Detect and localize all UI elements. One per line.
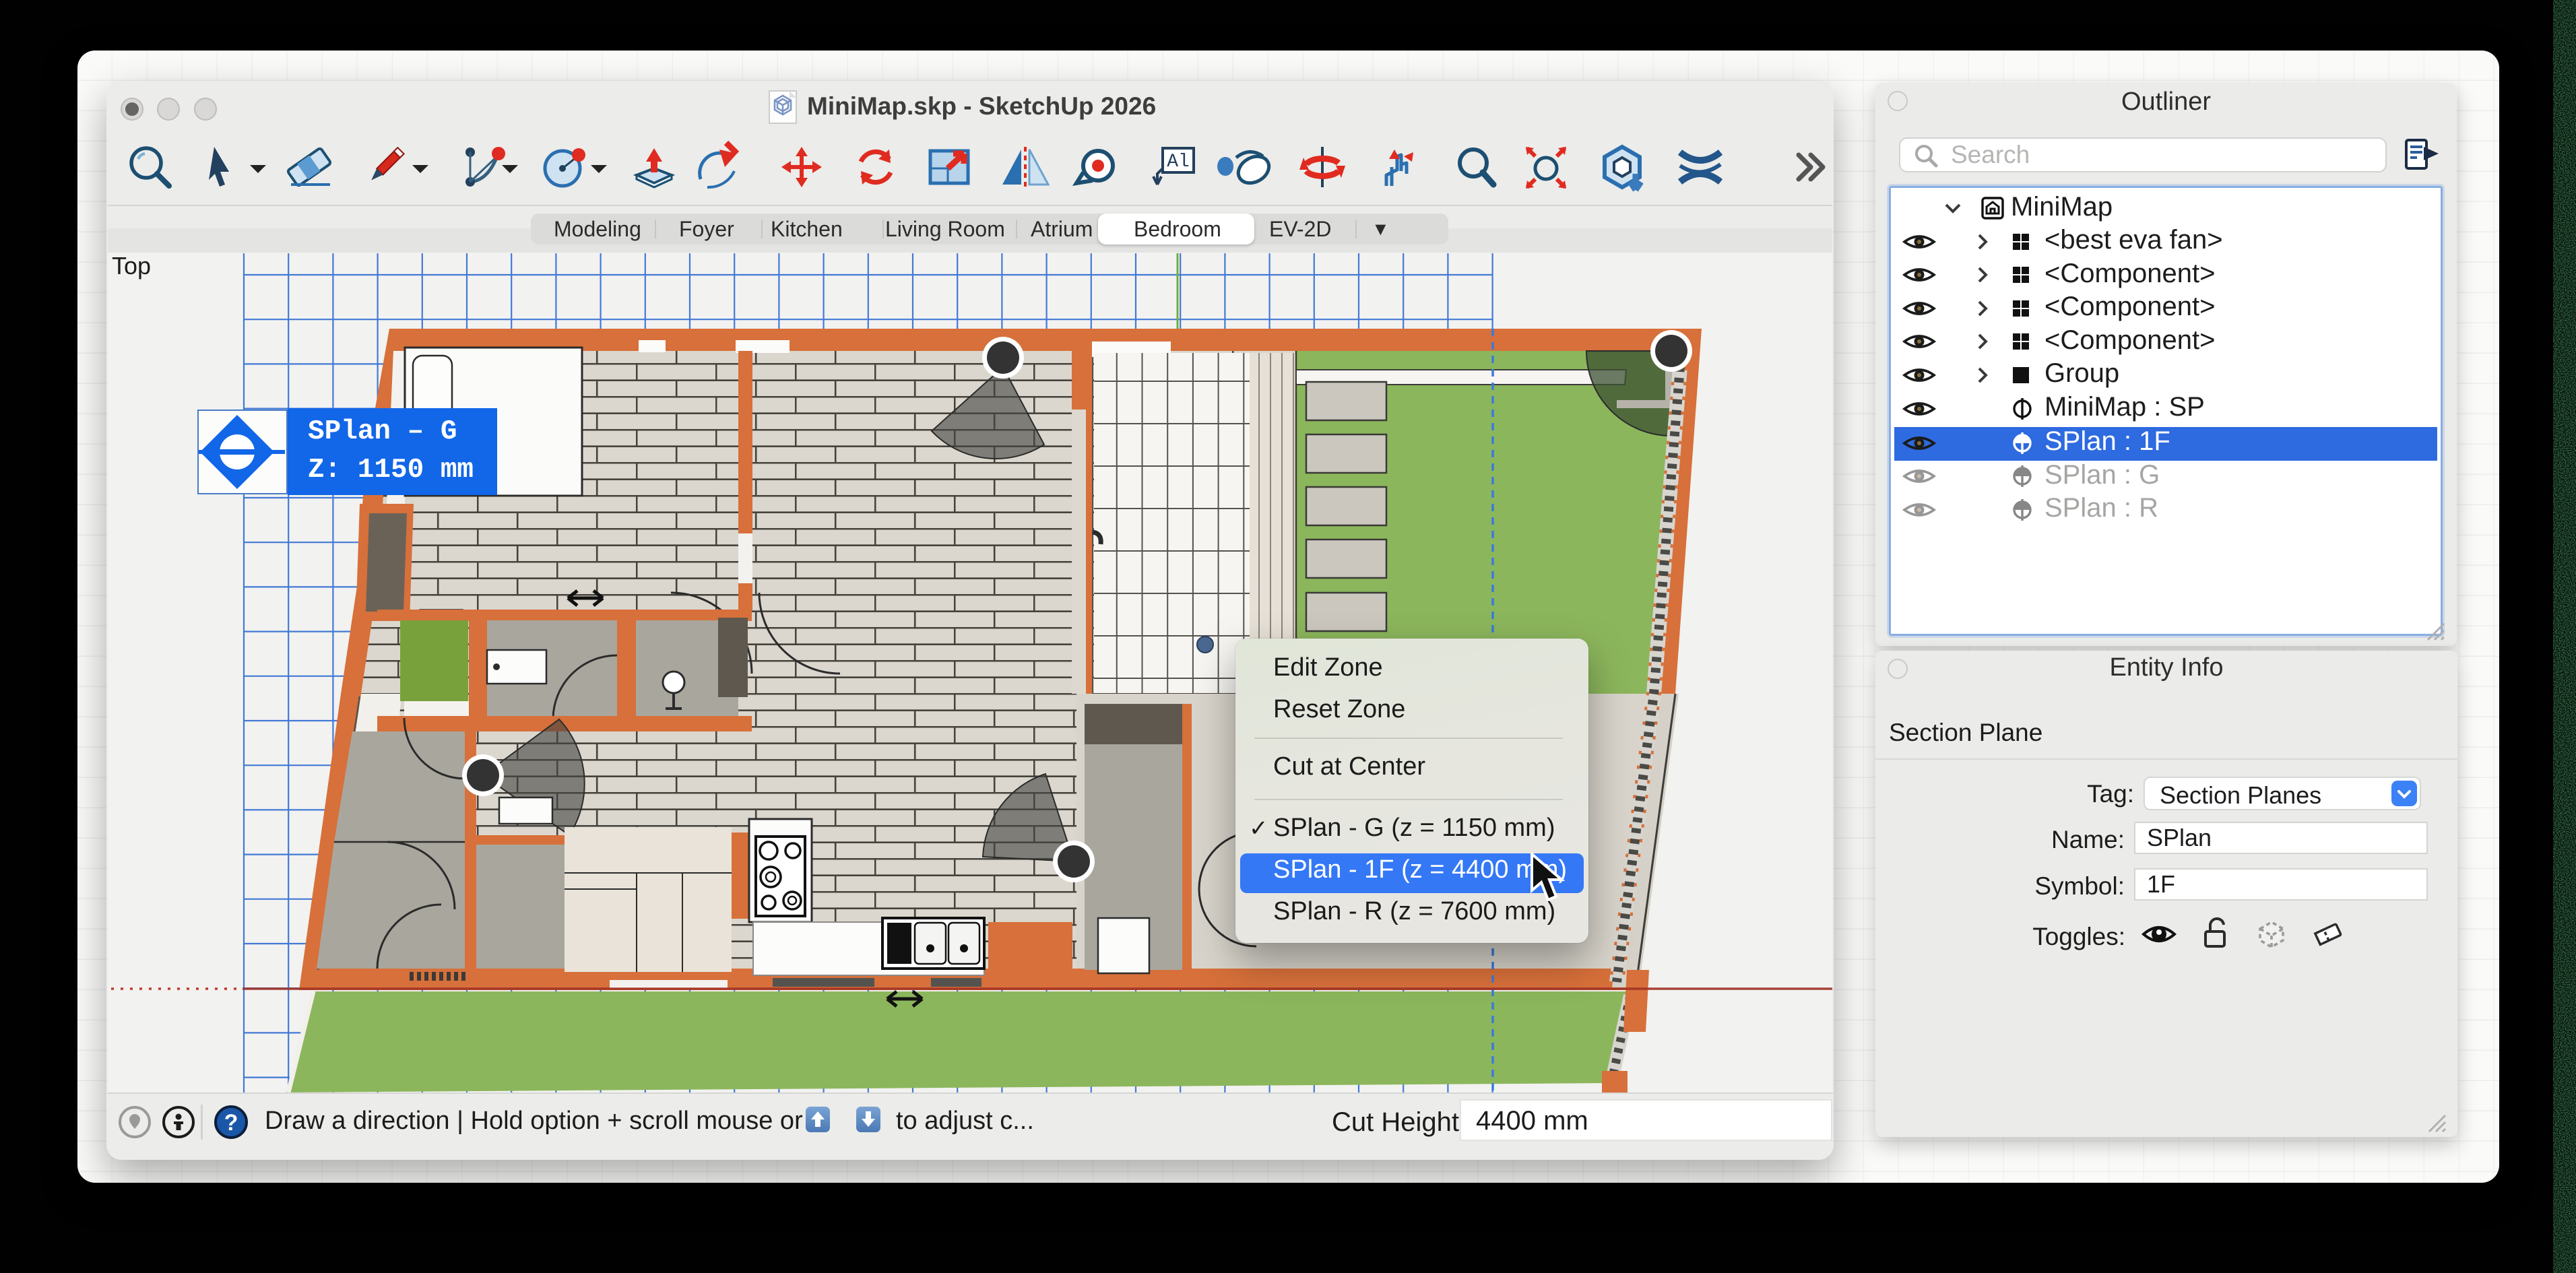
svg-text:?: ? bbox=[224, 1110, 238, 1136]
svg-text:Al: Al bbox=[1167, 152, 1190, 172]
